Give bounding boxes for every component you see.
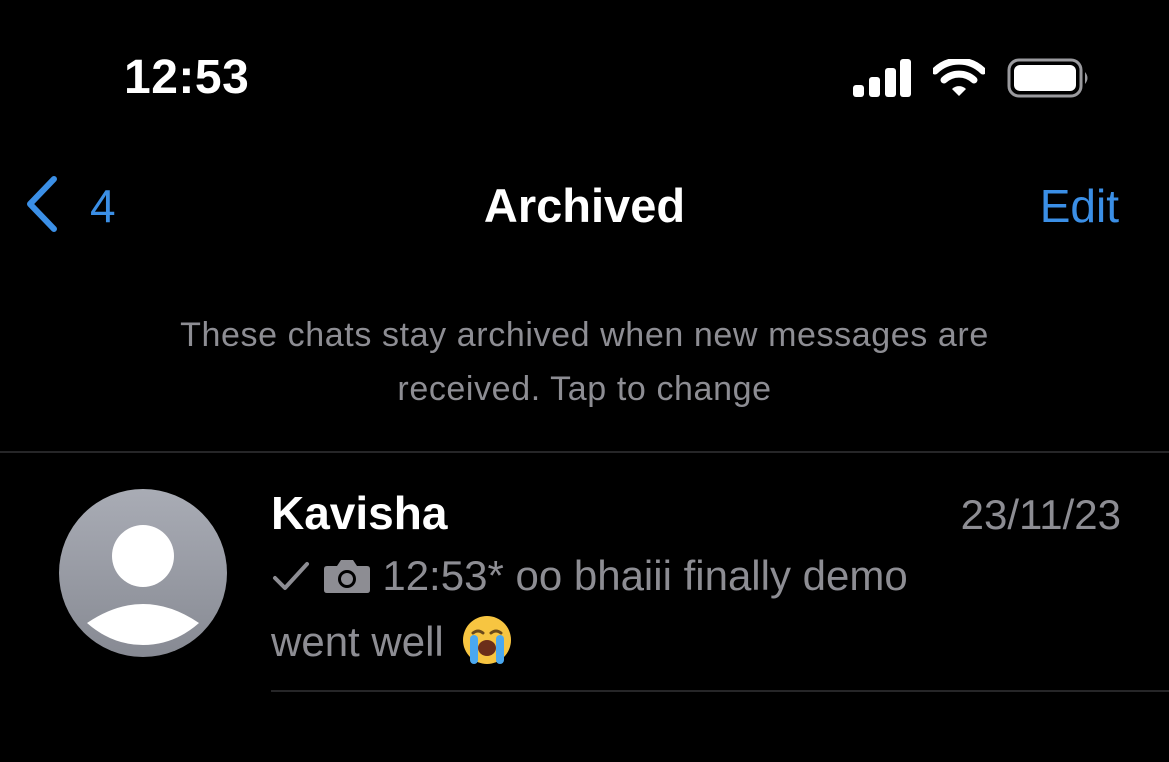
- edit-button[interactable]: Edit: [1040, 176, 1119, 236]
- chat-date: 23/11/23: [960, 491, 1121, 538]
- info-line-1: These chats stay archived when new messa…: [180, 316, 989, 354]
- chat-list-item[interactable]: Kavisha 23/11/23 12:53* oo bhaiii finall…: [0, 453, 1169, 691]
- status-bar-icons: [853, 56, 1091, 100]
- loudly-crying-face-emoji: [461, 614, 513, 683]
- preview-text-line-2: went well: [271, 618, 444, 665]
- chat-preview: 12:53* oo bhaiii finally demo went well: [271, 545, 1031, 683]
- info-line-2: received. Tap to change: [397, 370, 772, 408]
- divider: [271, 690, 1169, 692]
- default-avatar-icon[interactable]: [59, 489, 227, 657]
- chat-name: Kavisha: [271, 487, 448, 539]
- preview-text-line-1: 12:53* oo bhaiii finally demo: [382, 552, 908, 599]
- preview-line-1: 12:53* oo bhaiii finally demo: [271, 545, 1031, 611]
- preview-line-2: went well: [271, 611, 1031, 683]
- camera-icon: [323, 549, 371, 611]
- cellular-signal-icon: [853, 59, 911, 97]
- wifi-icon: [933, 59, 985, 97]
- archive-settings-info[interactable]: These chats stay archived when new messa…: [0, 308, 1169, 416]
- battery-icon: [1007, 58, 1091, 98]
- page-title: Archived: [483, 179, 686, 232]
- single-check-icon: [271, 549, 311, 611]
- status-bar-time: 12:53: [124, 51, 250, 104]
